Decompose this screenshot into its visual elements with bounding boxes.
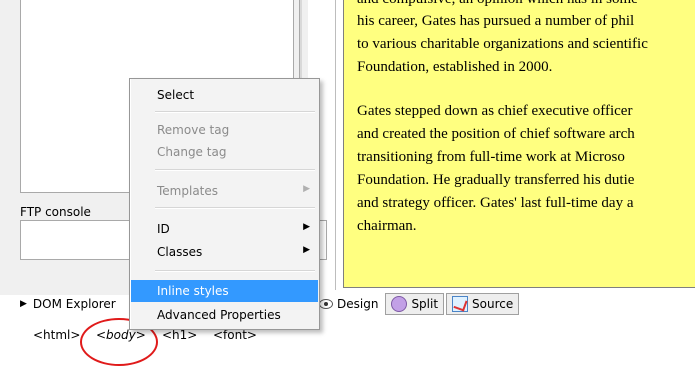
menu-item-label: Change tag: [157, 145, 227, 159]
submenu-arrow-icon: ▶: [303, 245, 310, 255]
menu-item-inline-styles[interactable]: Inline styles: [131, 280, 318, 302]
dom-explorer-label: DOM Explorer: [32, 297, 116, 311]
design-view-document[interactable]: and compulsive, an opinion which has in …: [343, 0, 695, 288]
doc-line: and compulsive, an opinion which has in …: [357, 0, 638, 8]
menu-separator: [155, 270, 315, 272]
tag-html[interactable]: <html>: [33, 328, 80, 342]
context-menu: Select Remove tag Change tag Templates ▶…: [129, 78, 320, 330]
split-icon: [391, 296, 408, 312]
menu-item-remove-tag[interactable]: Remove tag: [131, 119, 318, 141]
doc-line: to various charitable organizations and …: [357, 36, 648, 52]
expand-arrow-icon: ▶: [20, 299, 27, 309]
menu-item-classes[interactable]: Classes ▶: [131, 241, 318, 263]
menu-separator: [155, 169, 315, 171]
doc-line: and strategy officer. Gates' last full-t…: [357, 195, 634, 211]
tab-design[interactable]: Design: [314, 294, 383, 314]
doc-line: and created the position of chief softwa…: [357, 126, 635, 142]
source-icon: [452, 296, 469, 312]
menu-item-select[interactable]: Select: [131, 84, 318, 106]
menu-item-templates[interactable]: Templates ▶: [131, 180, 318, 202]
tab-split[interactable]: Split: [385, 293, 445, 315]
ftp-console-label: FTP console: [20, 205, 91, 219]
doc-line: Foundation, established in 2000.: [357, 59, 553, 75]
menu-item-label: Classes: [157, 245, 203, 259]
tab-source[interactable]: Source: [446, 293, 520, 315]
menu-item-label: ID: [157, 222, 170, 236]
menu-item-change-tag[interactable]: Change tag: [131, 141, 318, 163]
menu-item-label: Remove tag: [157, 123, 230, 137]
view-tabs: Design Split Source: [314, 293, 521, 315]
dom-explorer-toggle[interactable]: ▶ DOM Explorer: [20, 297, 116, 311]
doc-line: his career, Gates has pursued a number o…: [357, 13, 635, 29]
tag-h1[interactable]: <h1>: [162, 328, 197, 342]
doc-line: Foundation. He gradually transferred his…: [357, 172, 635, 188]
tab-split-label: Split: [411, 297, 439, 311]
menu-item-label: Inline styles: [157, 284, 229, 298]
menu-item-label: Templates: [157, 184, 219, 198]
eye-icon: [319, 299, 333, 309]
menu-item-label: Advanced Properties: [157, 308, 281, 322]
menu-separator: [155, 111, 315, 113]
menu-item-label: Select: [157, 88, 195, 102]
doc-line: transitioning from full-time work at Mic…: [357, 149, 625, 165]
doc-line: chairman.: [357, 218, 417, 234]
tab-design-label: Design: [337, 297, 379, 311]
submenu-arrow-icon: ▶: [303, 184, 310, 194]
menu-item-id[interactable]: ID ▶: [131, 218, 318, 240]
menu-item-advanced-properties[interactable]: Advanced Properties: [131, 304, 318, 326]
tag-font[interactable]: <font>: [213, 328, 257, 342]
submenu-arrow-icon: ▶: [303, 222, 310, 232]
tab-source-label: Source: [472, 297, 514, 311]
doc-line: Gates stepped down as chief executive of…: [357, 103, 633, 119]
menu-separator: [155, 207, 315, 209]
